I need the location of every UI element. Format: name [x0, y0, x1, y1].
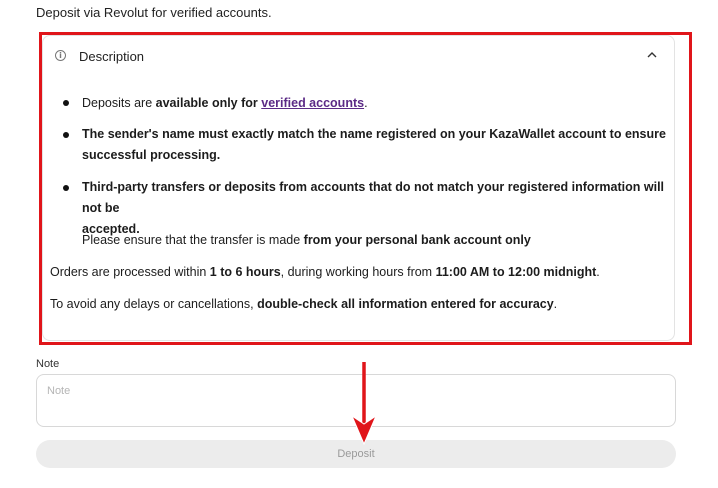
deposit-button[interactable]: Deposit	[36, 440, 676, 468]
highlight-frame	[39, 32, 692, 345]
note-label: Note	[36, 358, 60, 370]
note-field[interactable]	[36, 374, 676, 427]
intro-text: Deposit via Revolut for verified account…	[36, 5, 272, 20]
